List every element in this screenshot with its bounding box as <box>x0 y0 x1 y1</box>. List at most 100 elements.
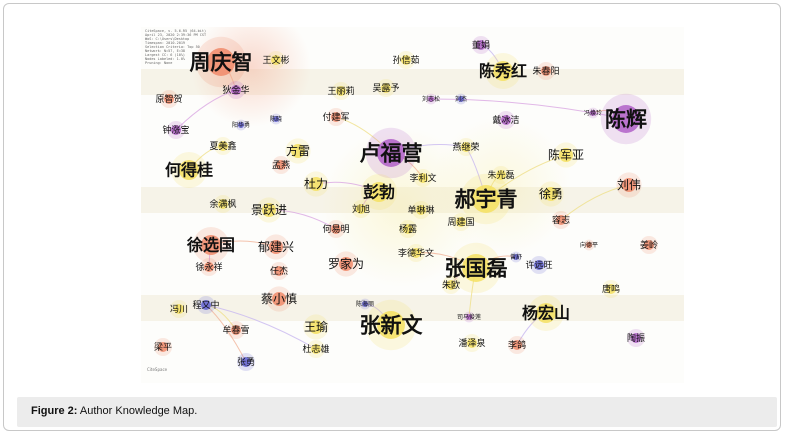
author-node: 徐勇 <box>538 181 564 207</box>
author-node-label: 何得桂 <box>165 161 213 180</box>
author-node: 任杰 <box>270 262 288 280</box>
author-node: 郁建兴 <box>258 234 294 260</box>
author-node: 许远旺 <box>525 256 553 274</box>
author-node: 孙信茹 <box>392 51 420 69</box>
author-node-label: 吴露予 <box>372 83 399 94</box>
author-node-label: 冯川 <box>170 304 188 315</box>
author-node: 陈辉 <box>600 93 652 145</box>
author-node-label: 刘志松 <box>422 95 440 103</box>
author-node-label: 郁建兴 <box>258 239 294 254</box>
author-node-label: 董娟 <box>472 39 490 51</box>
author-node: 司马俊莲 <box>457 311 481 323</box>
author-node: 曾舒 <box>510 251 522 263</box>
author-node-label: 唐鸣 <box>602 283 620 295</box>
author-node: 朱欧 <box>442 276 460 294</box>
author-node-label: 杨露 <box>399 223 417 235</box>
author-node-label: 钟涨宝 <box>162 124 189 136</box>
author-node: 张勇 <box>237 353 255 371</box>
author-node-label: 单琳琳 <box>407 204 434 216</box>
author-node: 刘杰 <box>455 93 467 105</box>
author-node-label: 景跃进 <box>251 203 287 217</box>
author-node-label: 方雷 <box>286 143 310 158</box>
author-node-label: 原智贺 <box>155 93 182 105</box>
author-node-label: 陈秀红 <box>479 62 527 81</box>
author-node-label: 潘泽泉 <box>458 337 485 349</box>
caption-label: Figure 2: <box>31 405 78 417</box>
author-node-label: 卢福营 <box>360 141 423 165</box>
figure-caption: Figure 2: Author Knowledge Map. <box>31 405 197 417</box>
author-node: 刘伟 <box>616 172 642 198</box>
author-node-label: 夏美鑫 <box>209 140 236 152</box>
author-node: 何得桂 <box>165 152 213 188</box>
author-node-label: 姜岭 <box>640 239 658 251</box>
author-node-label: 朱欧 <box>442 279 460 291</box>
author-node-label: 牟春雪 <box>222 324 249 336</box>
author-node-label: 何易明 <box>322 223 349 235</box>
author-node-label: 阳华勇 <box>232 121 250 129</box>
author-node: 陶振 <box>627 329 645 347</box>
author-node-label: 刘伟 <box>617 178 641 192</box>
author-node-label: 陈辉 <box>605 107 647 131</box>
author-node-label: 朱春阳 <box>532 65 559 77</box>
author-node: 徐选国 <box>186 227 235 263</box>
author-node-label: 李利文 <box>409 172 436 184</box>
author-node: 容志 <box>552 211 570 229</box>
author-node-label: 任杰 <box>270 265 288 277</box>
author-node-label: 徐选国 <box>186 236 235 255</box>
author-node-label: 容志 <box>552 214 570 226</box>
author-node-label: 郝宇青 <box>455 187 518 211</box>
author-node: 梁平 <box>154 338 172 356</box>
author-node-label: 李德华文 <box>398 247 434 259</box>
author-node: 姜岭 <box>640 236 658 254</box>
author-node-label: 付建军 <box>322 111 349 123</box>
author-node-label: 梁平 <box>154 341 172 353</box>
author-node: 夏美鑫 <box>209 137 237 155</box>
author-node-label: 燕继荣 <box>452 141 479 153</box>
author-node-label: 徐勇 <box>539 186 563 201</box>
author-node: 孟燕 <box>272 156 290 174</box>
author-node-label: 孟燕 <box>272 159 290 171</box>
author-node: 付建军 <box>322 108 350 126</box>
author-node-label: 徐永祥 <box>195 261 222 273</box>
author-node-label: 陈海丽 <box>356 300 374 308</box>
author-node: 冯川 <box>170 300 188 318</box>
author-node-label: 杜志雄 <box>302 343 329 355</box>
author-node: 阳华勇 <box>232 119 250 131</box>
author-node: 杨露 <box>399 220 417 238</box>
author-node-label: 许远旺 <box>525 259 552 271</box>
author-node-label: 曾舒 <box>510 253 522 261</box>
author-node-label: 蔡小慎 <box>261 292 297 306</box>
caption-text: Author Knowledge Map. <box>77 405 198 417</box>
author-node-label: 冯焕玲 <box>584 109 602 117</box>
author-node-label: 王瑜 <box>304 319 328 334</box>
map-canvas: 周庆智 王文彬 孙信茹 董娟陈秀红 朱春阳狄金华原智贺 王丽莉 吴露予刘杰 刘志松陈辉 付建军 戴… <box>141 27 684 371</box>
author-node: 冯焕玲 <box>584 107 602 119</box>
author-node: 陈晓 <box>270 113 282 125</box>
author-node: 杜力 <box>303 171 329 197</box>
author-node: 刘志松 <box>422 93 440 105</box>
author-node-label: 张勇 <box>237 357 255 368</box>
author-node: 钟涨宝 <box>162 121 190 139</box>
author-node: 刘旭 <box>352 200 370 218</box>
figure-frame: CiteSpace, v. 5.6.R5 (64-bit) April 23, … <box>3 3 781 431</box>
author-node: 董娟 <box>472 36 490 54</box>
author-node-label: 王文彬 <box>262 54 289 66</box>
author-node-label: 程又中 <box>192 299 219 311</box>
author-node-label: 陈军亚 <box>548 147 584 162</box>
author-node-label: 刘旭 <box>352 203 370 215</box>
author-node-label: 杜力 <box>304 176 328 191</box>
author-node: 方雷 <box>285 138 311 164</box>
caption-bar: Figure 2: Author Knowledge Map. <box>17 397 777 427</box>
author-node: 唐鸣 <box>602 280 620 298</box>
author-node-label: 向德平 <box>580 241 598 249</box>
author-node-label: 张新文 <box>360 313 424 337</box>
author-node-label: 罗家为 <box>328 256 364 271</box>
author-node-label: 周庆智 <box>190 50 253 74</box>
author-node: 王瑜 <box>303 314 329 340</box>
author-node-label: 周建国 <box>447 216 474 228</box>
author-node: 向德平 <box>580 239 598 251</box>
author-node: 李鸽 <box>508 336 526 354</box>
author-node-label: 陶振 <box>627 332 645 344</box>
author-node-label: 王丽莉 <box>327 85 354 97</box>
author-node: 杜志雄 <box>302 340 330 358</box>
